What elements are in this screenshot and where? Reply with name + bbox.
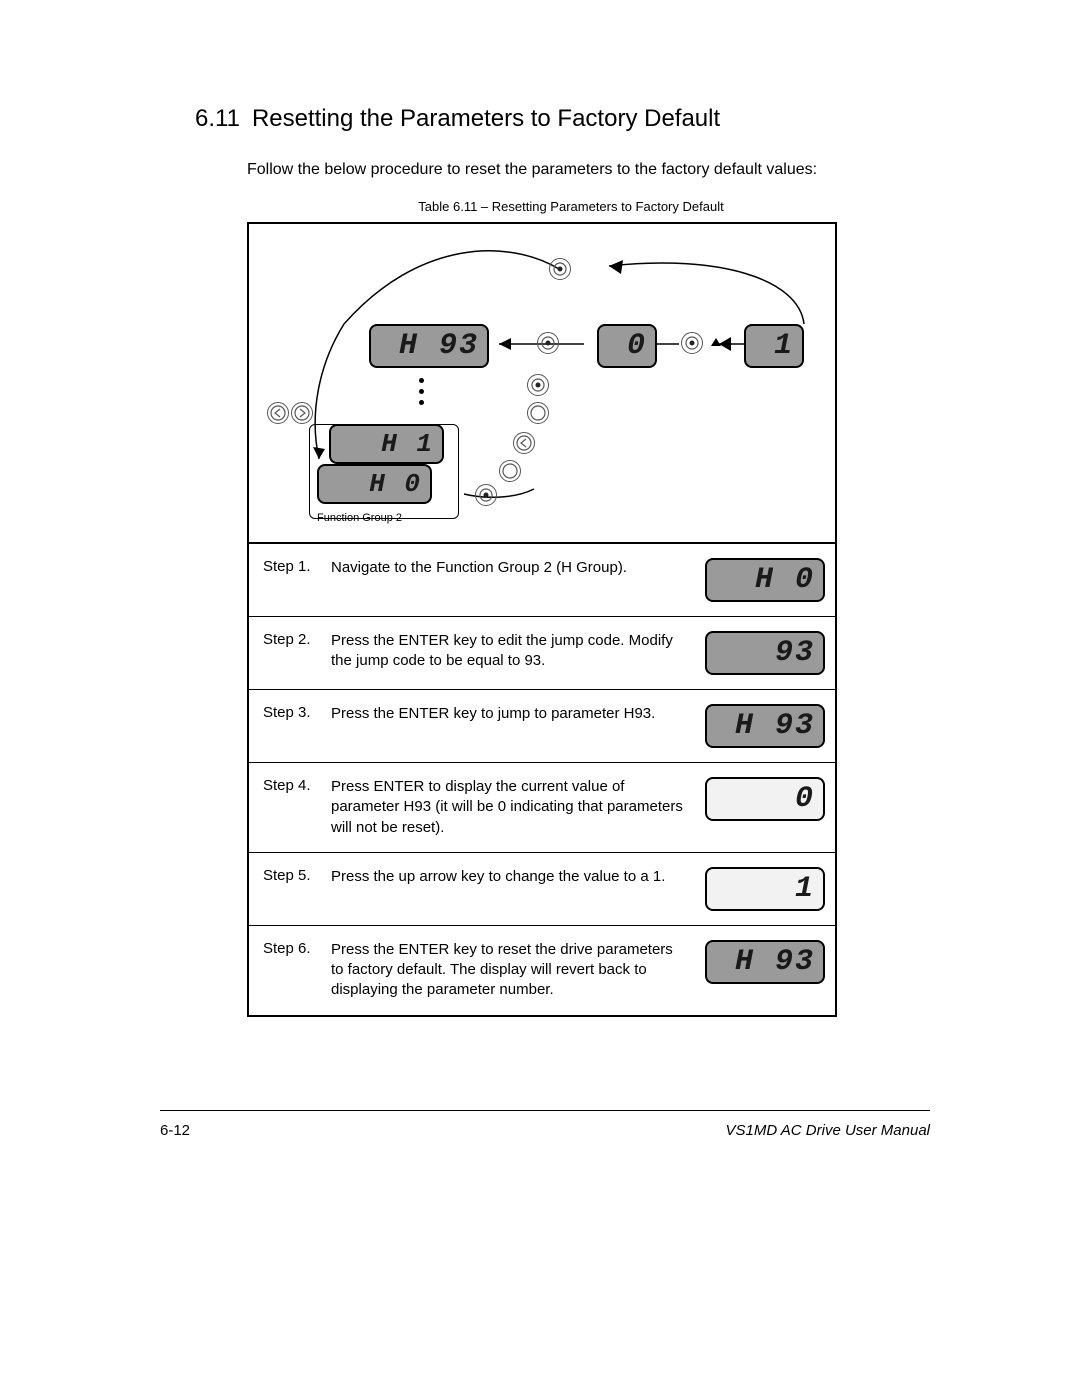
- step-lcd-display: 1: [705, 867, 825, 911]
- enter-nav-icon: [475, 484, 497, 506]
- table-caption: Table 6.11 – Resetting Parameters to Fac…: [247, 199, 895, 214]
- steps-table: Step 1. Navigate to the Function Group 2 …: [249, 544, 835, 1015]
- section-heading: 6.11 Resetting the Parameters to Factory …: [195, 105, 895, 133]
- step-label: Step 3.: [263, 704, 321, 721]
- right-nav-icon: [291, 402, 313, 424]
- step-text: Navigate to the Function Group 2 (H Grou…: [331, 558, 695, 578]
- nav-icon: [499, 460, 521, 482]
- step-lcd-display: 0: [705, 777, 825, 821]
- left-nav-icon: [513, 432, 535, 454]
- section-number: 6.11: [195, 105, 240, 132]
- lcd-h0: H 0: [317, 464, 432, 504]
- footer-rule: [160, 1110, 930, 1111]
- manual-title: VS1MD AC Drive User Manual: [726, 1122, 931, 1139]
- step-lcd-display: H 93: [705, 704, 825, 748]
- step-label: Step 4.: [263, 777, 321, 794]
- lcd-one: 1: [744, 324, 804, 368]
- step-row: Step 5. Press the up arrow key to change …: [249, 853, 835, 926]
- step-row: Step 1. Navigate to the Function Group 2 …: [249, 544, 835, 617]
- figure-box: H 93 0 1 H 1 H 0 Function Group 2: [247, 222, 837, 1017]
- step-row: Step 2. Press the ENTER key to edit the j…: [249, 617, 835, 690]
- section-title: Resetting the Parameters to Factory Defa…: [252, 105, 720, 132]
- step-text: Press the ENTER key to reset the drive p…: [331, 940, 695, 1001]
- left-nav-icon: [267, 402, 289, 424]
- step-text: Press ENTER to display the current value…: [331, 777, 695, 838]
- step-text: Press the up arrow key to change the val…: [331, 867, 695, 887]
- step-lcd-display: H 93: [705, 940, 825, 984]
- enter-nav-icon: [549, 258, 571, 280]
- step-label: Step 1.: [263, 558, 321, 575]
- lcd-h1: H 1: [329, 424, 444, 464]
- step-text: Press the ENTER key to jump to parameter…: [331, 704, 695, 724]
- page-number: 6-12: [160, 1122, 190, 1139]
- step-row: Step 3. Press the ENTER key to jump to pa…: [249, 690, 835, 763]
- navigation-diagram: H 93 0 1 H 1 H 0 Function Group 2: [249, 224, 835, 544]
- step-row: Step 4. Press ENTER to display the curren…: [249, 763, 835, 853]
- enter-nav-icon: [527, 374, 549, 396]
- dots-indicator: [419, 372, 424, 411]
- step-label: Step 2.: [263, 631, 321, 648]
- lcd-h93: H 93: [369, 324, 489, 368]
- enter-nav-icon: [537, 332, 559, 354]
- step-label: Step 5.: [263, 867, 321, 884]
- intro-text: Follow the below procedure to reset the …: [247, 161, 895, 179]
- enter-nav-icon: [681, 332, 703, 354]
- step-lcd-display: 93: [705, 631, 825, 675]
- step-text: Press the ENTER key to edit the jump cod…: [331, 631, 695, 672]
- lcd-zero: 0: [597, 324, 657, 368]
- up-nav-icon: [705, 332, 727, 354]
- step-row: Step 6. Press the ENTER key to reset the …: [249, 926, 835, 1015]
- step-label: Step 6.: [263, 940, 321, 957]
- step-lcd-display: H 0: [705, 558, 825, 602]
- nav-icon: [527, 402, 549, 424]
- function-group-label: Function Group 2: [317, 512, 402, 524]
